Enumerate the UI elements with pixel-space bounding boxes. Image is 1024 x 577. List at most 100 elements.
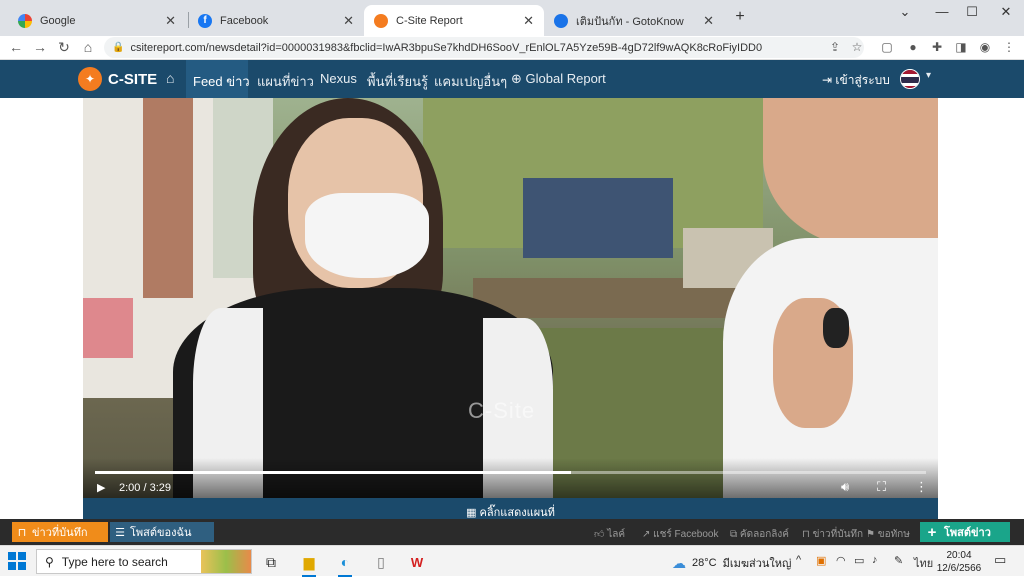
bookmark-star-icon[interactable]: ☆ (848, 40, 866, 54)
task-view-icon[interactable]: ⧉ (260, 551, 282, 573)
tab-title: เติมปันกัท - GotoKnow (576, 15, 684, 28)
map-icon: ▦ (466, 507, 477, 519)
wifi-icon[interactable]: ◠ (836, 554, 846, 567)
nav-news-map[interactable]: แผนที่ข่าว (257, 71, 314, 92)
tab-title: Facebook (220, 14, 269, 27)
browser-toolbar: ← → ↻ ⌂ 🔒 csitereport.com/newsdetail?id=… (0, 36, 1024, 60)
lock-icon: 🔒 (112, 42, 125, 53)
site-brand: C-SITE (108, 70, 158, 88)
minimize-button[interactable]: — (930, 4, 954, 19)
wps-office-icon[interactable]: W (406, 551, 428, 573)
profile-avatar[interactable]: ◉ (976, 40, 994, 54)
menu-kebab-icon[interactable]: ⋮ (1000, 40, 1018, 54)
back-arrow-icon[interactable]: ← (6, 39, 26, 55)
taskbar-search-input[interactable]: ⚲ Type here to search (36, 549, 252, 574)
tray-chevron-icon[interactable]: ^ (796, 554, 801, 566)
url-text: csitereport.com/newsdetail?id=0000031983… (130, 41, 763, 54)
input-language[interactable]: ไทย (914, 554, 933, 572)
tab-title: Google (40, 14, 76, 27)
close-icon[interactable]: ✕ (343, 13, 354, 29)
search-icon: ⚲ (45, 554, 54, 569)
my-posts-button[interactable]: ☰ โพสต์ของฉัน (110, 522, 214, 542)
extension-badge-icon[interactable]: ● (904, 40, 922, 54)
bookmark-icon: ⊓ (17, 526, 27, 539)
fullscreen-icon[interactable]: ⛶ (877, 479, 886, 495)
plus-icon: + (927, 523, 937, 541)
login-link[interactable]: ⇥ เข้าสู่ระบบ (822, 71, 890, 90)
reload-icon[interactable]: ↻ (54, 39, 74, 56)
thai-flag-icon[interactable] (900, 69, 920, 89)
language-chevron-icon[interactable]: ▾ (926, 70, 931, 81)
flag-icon: ⚑ (866, 529, 875, 540)
tab-gotoknow[interactable]: เติมปันกัท - GotoKnow ✕ (544, 5, 724, 36)
c-site-favicon-icon (374, 13, 388, 28)
tab-title: C-Site Report (396, 14, 463, 27)
facebook-favicon-icon: f (198, 13, 212, 28)
bookmarked-news-button[interactable]: ⊓ ข่าวที่บันทึก (12, 522, 108, 542)
more-action[interactable]: ⚑ ขอทักษ (866, 527, 910, 542)
play-icon[interactable]: ▶ (97, 481, 105, 494)
windows-start-icon[interactable] (8, 552, 26, 570)
tray-app-icon[interactable]: ▣ (816, 554, 826, 567)
search-highlight-image (201, 550, 251, 573)
edge-browser-icon[interactable]: ◐ (334, 551, 356, 577)
taskbar-clock[interactable]: 20:04 12/6/2566 (936, 549, 982, 575)
site-logo[interactable]: ✦ C-SITE (78, 67, 157, 91)
file-explorer-icon[interactable]: ▆ (298, 551, 320, 577)
nav-global-report[interactable]: ⊕ Global Report (511, 71, 606, 87)
document-app-icon[interactable]: ▯ (370, 551, 392, 573)
login-icon: ⇥ (822, 73, 833, 87)
close-icon[interactable]: ✕ (523, 13, 534, 29)
weather-widget[interactable]: ☁ 28°C มีเมฆส่วนใหญ่ (672, 554, 791, 572)
home-icon[interactable]: ⌂ (166, 70, 174, 86)
share-facebook-action[interactable]: ↗ แชร์ Facebook (642, 527, 718, 542)
nav-feed[interactable]: Feed ข่าว (193, 71, 250, 92)
site-bottom-bar: ⊓ ข่าวที่บันทึก ☰ โพสต์ของฉัน 👍︎ ไลค์ ↗ … (0, 519, 1024, 545)
battery-icon[interactable]: ▭ (854, 554, 864, 567)
share-icon[interactable]: ⇪ (826, 40, 844, 54)
share-icon: ↗ (642, 529, 651, 540)
volume-icon[interactable]: ♪ (872, 554, 878, 566)
maximize-button[interactable]: ☐ (960, 4, 984, 20)
home-icon[interactable]: ⌂ (78, 39, 98, 55)
copy-link-action[interactable]: ⧉ คัดลอกลิงค์ (730, 527, 789, 542)
video-watermark: C-Site (468, 398, 536, 423)
nav-learning-area[interactable]: พื้นที่เรียนรู้ (367, 71, 428, 92)
show-map-button[interactable]: ▦ คลิ๊กแสดงแผนที่ (83, 498, 938, 520)
google-favicon-icon (18, 13, 32, 28)
video-time: 2:00 / 3:29 (119, 482, 171, 494)
bookmark-icon: ⊓ (802, 529, 810, 540)
close-window-button[interactable]: ✕ (994, 4, 1018, 20)
new-tab-button[interactable]: + (728, 8, 752, 26)
like-action[interactable]: 👍︎ ไลค์ (594, 527, 625, 542)
side-panel-icon[interactable]: ◨ (952, 40, 970, 54)
extension-icon[interactable]: ▢ (878, 40, 896, 54)
list-icon: ☰ (115, 526, 125, 539)
site-navbar: ✦ C-SITE ⌂ Feed ข่าว แผนที่ข่าว Nexus พื… (0, 60, 1024, 98)
browser-tab-strip: Google ✕ f Facebook ✕ C-Site Report ✕ เต… (0, 0, 1024, 36)
tab-google[interactable]: Google ✕ (8, 5, 186, 36)
gotoknow-favicon-icon (554, 13, 568, 28)
c-site-logo-icon: ✦ (78, 67, 102, 91)
video-progress-bar[interactable] (95, 471, 926, 474)
tab-c-site-report[interactable]: C-Site Report ✕ (364, 5, 544, 36)
pen-icon[interactable]: ✎ (894, 554, 903, 567)
forward-arrow-icon[interactable]: → (30, 39, 50, 55)
extensions-puzzle-icon[interactable]: ✚ (928, 40, 946, 54)
save-news-action[interactable]: ⊓ ข่าวที่บันทึก (802, 527, 863, 542)
tab-facebook[interactable]: f Facebook ✕ (188, 5, 364, 36)
notification-icon[interactable]: ▭ (994, 552, 1006, 568)
volume-icon[interactable]: 🔊︎ (841, 479, 849, 495)
tab-search-chevron-icon[interactable]: ⌄ (893, 4, 917, 20)
globe-icon: ⊕ (511, 71, 522, 86)
close-icon[interactable]: ✕ (703, 13, 714, 29)
nav-campaigns[interactable]: แคมเปญอื่นๆ (434, 71, 507, 92)
post-news-button[interactable]: + โพสต์ข่าว (920, 522, 1010, 542)
thumbs-up-icon: 👍︎ (594, 529, 605, 540)
close-icon[interactable]: ✕ (165, 13, 176, 29)
address-bar[interactable]: 🔒 csitereport.com/newsdetail?id=00000319… (104, 37, 864, 58)
nav-nexus[interactable]: Nexus (320, 71, 357, 86)
video-player[interactable]: C-Site ▶ 2:00 / 3:29 🔊︎ ⛶ ⋮ (83, 98, 938, 498)
more-options-icon[interactable]: ⋮ (915, 479, 928, 495)
link-icon: ⧉ (730, 529, 738, 540)
